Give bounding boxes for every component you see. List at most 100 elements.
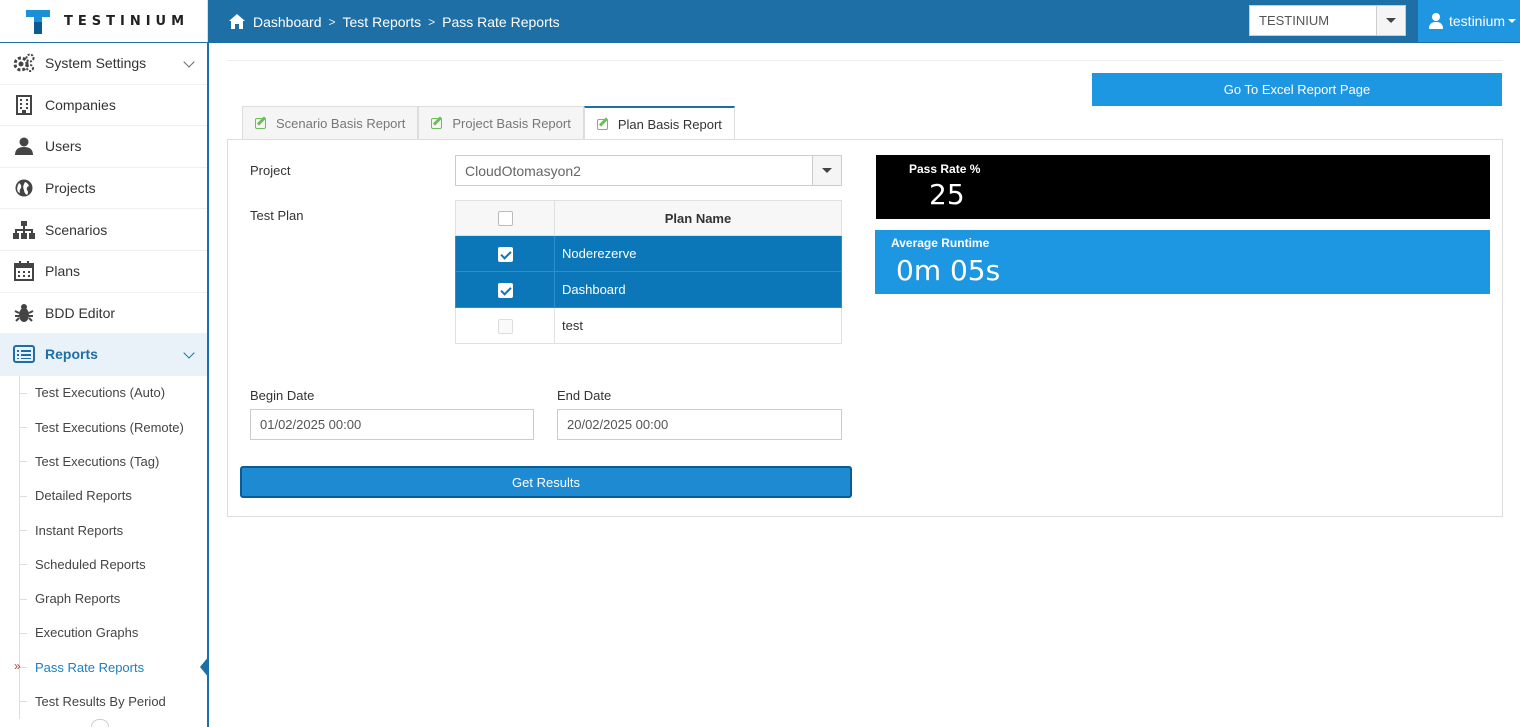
active-pointer-icon bbox=[200, 656, 209, 679]
average-runtime-title: Average Runtime bbox=[891, 236, 990, 250]
user-icon bbox=[1429, 13, 1443, 29]
sidebar-item-label: Reports bbox=[45, 346, 98, 363]
project-label: Project bbox=[250, 163, 291, 178]
edit-icon bbox=[255, 116, 269, 130]
breadcrumb-pass-rate-reports: Pass Rate Reports bbox=[442, 13, 560, 30]
testinium-logo-icon bbox=[26, 8, 50, 34]
tab-plan-basis-report[interactable]: Plan Basis Report bbox=[583, 106, 735, 140]
pass-rate-value: 25 bbox=[929, 178, 965, 211]
edit-icon bbox=[596, 117, 611, 131]
sidebar-item-projects[interactable]: Projects bbox=[0, 168, 207, 210]
sidebar-item-label: Scenarios bbox=[45, 221, 108, 238]
home-icon[interactable] bbox=[229, 14, 245, 29]
calendar-icon bbox=[13, 261, 35, 282]
list-icon bbox=[13, 344, 35, 364]
tab-project-basis-report[interactable]: Project Basis Report bbox=[418, 106, 584, 139]
tenant-select-value: TESTINIUM bbox=[1259, 13, 1330, 28]
sidebar-item-reports[interactable]: Reports bbox=[0, 334, 207, 376]
end-date-label: End Date bbox=[557, 388, 612, 403]
row-checkbox-cell bbox=[455, 235, 555, 272]
row-checkbox[interactable] bbox=[497, 318, 513, 334]
sidebar-item-label: Plans bbox=[45, 263, 81, 280]
breadcrumb: Dashboard > Test Reports > Pass Rate Rep… bbox=[229, 0, 560, 43]
main-content: Go To Excel Report Page Scenario Basis R… bbox=[227, 43, 1503, 727]
test-plan-label: Test Plan bbox=[250, 208, 304, 223]
sidebar-subitem-instant-reports[interactable]: Instant Reports bbox=[0, 513, 207, 547]
begin-date-input[interactable] bbox=[250, 409, 534, 440]
globe-icon bbox=[13, 178, 35, 198]
sidebar-item-plans[interactable]: Plans bbox=[0, 251, 207, 293]
select-all-cell bbox=[455, 200, 555, 236]
building-icon bbox=[13, 94, 35, 115]
scroll-indicator bbox=[91, 719, 109, 727]
end-date-input[interactable] bbox=[557, 409, 842, 440]
reports-submenu: Test Executions (Auto) Test Executions (… bbox=[0, 375, 209, 719]
plan-name-header: Plan Name bbox=[554, 200, 842, 236]
row-checkbox-cell bbox=[455, 307, 555, 344]
table-row[interactable]: Noderezerve bbox=[455, 235, 842, 272]
sidebar-subitem-test-executions-remote[interactable]: Test Executions (Remote) bbox=[0, 410, 207, 444]
project-select[interactable]: CloudOtomasyon2 bbox=[455, 155, 842, 186]
bug-icon bbox=[13, 303, 35, 323]
sidebar-item-scenarios[interactable]: Scenarios bbox=[0, 209, 207, 251]
sidebar-subitem-detailed-reports[interactable]: Detailed Reports bbox=[0, 479, 207, 513]
chevron-down-icon bbox=[183, 56, 195, 68]
sidebar-item-label: Companies bbox=[45, 96, 116, 113]
sidebar-item-label: BDD Editor bbox=[45, 304, 116, 321]
sidebar-item-label: Projects bbox=[45, 180, 96, 197]
tab-scenario-basis-report[interactable]: Scenario Basis Report bbox=[242, 106, 419, 139]
tenant-dropdown-toggle[interactable] bbox=[1376, 6, 1405, 35]
row-checkbox-cell bbox=[455, 271, 555, 308]
sidebar-subitem-graph-reports[interactable]: Graph Reports bbox=[0, 582, 207, 616]
sidebar-subitem-test-executions-tag[interactable]: Test Executions (Tag) bbox=[0, 444, 207, 478]
sidebar-subitem-test-results-by-period[interactable]: Test Results By Period bbox=[0, 684, 207, 718]
user-name: testinium bbox=[1449, 13, 1506, 29]
sidebar-item-bdd-editor[interactable]: BDD Editor bbox=[0, 293, 207, 335]
table-row[interactable]: Dashboard bbox=[455, 271, 842, 308]
caret-down-icon bbox=[1386, 18, 1396, 23]
table-header-row: Plan Name bbox=[455, 200, 842, 236]
caret-down-icon bbox=[822, 168, 832, 173]
row-checkbox[interactable] bbox=[497, 246, 513, 262]
logo-text: TESTINIUM bbox=[64, 13, 190, 29]
divider bbox=[227, 60, 1503, 61]
user-icon bbox=[13, 136, 35, 156]
plan-name-cell: test bbox=[554, 307, 842, 344]
sidebar-item-companies[interactable]: Companies bbox=[0, 85, 207, 127]
sidebar-item-users[interactable]: Users bbox=[0, 126, 207, 168]
average-runtime-value: 0m 05s bbox=[896, 254, 1001, 287]
project-dropdown-toggle[interactable] bbox=[812, 156, 841, 185]
sidebar-item-label: Users bbox=[45, 138, 82, 155]
sidebar: System Settings Companies Users Projects… bbox=[0, 43, 209, 727]
sidebar-subitem-pass-rate-reports[interactable]: » Pass Rate Reports bbox=[0, 650, 209, 684]
get-results-button[interactable]: Get Results bbox=[240, 466, 852, 498]
sidebar-subitem-scheduled-reports[interactable]: Scheduled Reports bbox=[0, 547, 207, 581]
plan-name-cell: Dashboard bbox=[554, 271, 842, 308]
breadcrumb-test-reports[interactable]: Test Reports bbox=[343, 14, 422, 30]
plan-name-cell: Noderezerve bbox=[554, 235, 842, 272]
sitemap-icon bbox=[13, 220, 35, 240]
tenant-select[interactable]: TESTINIUM bbox=[1249, 5, 1406, 36]
user-menu[interactable]: testinium bbox=[1418, 0, 1520, 42]
row-checkbox[interactable] bbox=[497, 282, 513, 298]
go-to-excel-report-button[interactable]: Go To Excel Report Page bbox=[1092, 73, 1502, 106]
active-marker-icon: » bbox=[14, 659, 21, 674]
logo[interactable]: TESTINIUM bbox=[0, 0, 208, 42]
breadcrumb-dashboard[interactable]: Dashboard bbox=[253, 14, 322, 30]
plan-table: Plan Name Noderezerve Dashboard test bbox=[455, 200, 842, 344]
sidebar-item-system-settings[interactable]: System Settings bbox=[0, 43, 207, 85]
select-all-checkbox[interactable] bbox=[497, 211, 513, 227]
tab-label: Project Basis Report bbox=[452, 115, 571, 131]
breadcrumb-separator-icon: > bbox=[328, 14, 336, 29]
top-bar: TESTINIUM Dashboard > Test Reports > Pas… bbox=[0, 0, 1520, 43]
sidebar-subitem-test-executions-auto[interactable]: Test Executions (Auto) bbox=[0, 376, 207, 410]
sidebar-subitem-label: Pass Rate Reports bbox=[35, 659, 145, 675]
table-row[interactable]: test bbox=[455, 307, 842, 344]
gears-icon bbox=[13, 53, 35, 73]
report-panel: Project CloudOtomasyon2 Test Plan Plan N… bbox=[227, 139, 1503, 517]
average-runtime-card: Average Runtime 0m 05s bbox=[875, 230, 1490, 294]
edit-icon bbox=[431, 116, 445, 130]
tab-label: Scenario Basis Report bbox=[276, 115, 406, 131]
pass-rate-card: Pass Rate % 25 bbox=[876, 155, 1490, 219]
sidebar-subitem-execution-graphs[interactable]: Execution Graphs bbox=[0, 616, 207, 650]
